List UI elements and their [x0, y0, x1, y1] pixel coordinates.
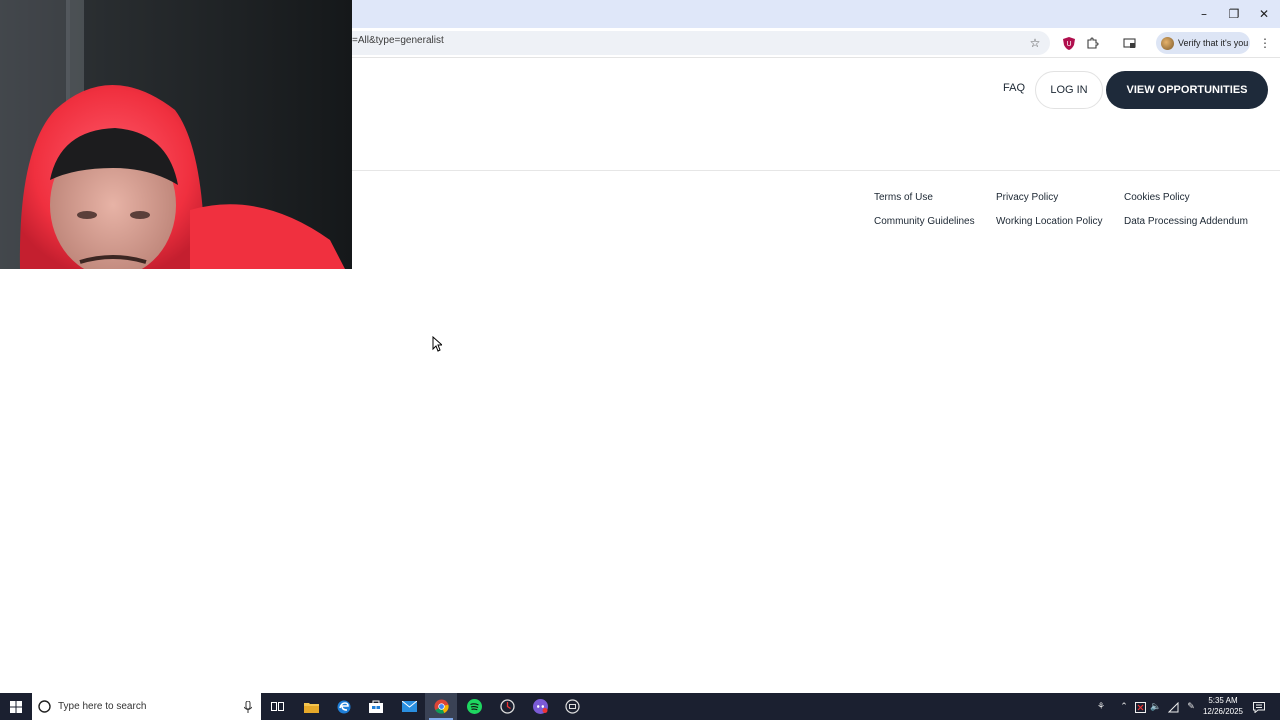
- cookies-policy-link[interactable]: Cookies Policy: [1124, 192, 1190, 203]
- kebab-menu-icon[interactable]: ⋮: [1256, 34, 1274, 52]
- windows-logo-icon: [10, 700, 22, 713]
- url-text: =All&type=generalist: [352, 35, 444, 46]
- puzzle-icon[interactable]: [1084, 34, 1102, 52]
- minimize-icon[interactable]: –: [1189, 0, 1219, 28]
- working-location-policy-link[interactable]: Working Location Policy: [996, 216, 1103, 227]
- restore-icon[interactable]: ❐: [1219, 0, 1249, 28]
- shield-extension-icon[interactable]: U: [1060, 34, 1078, 52]
- webcam-overlay: [0, 0, 352, 269]
- notification-icon[interactable]: [1252, 700, 1266, 714]
- avatar: [1161, 36, 1174, 50]
- data-processing-addendum-link[interactable]: Data Processing Addendum: [1124, 216, 1248, 227]
- store-icon[interactable]: [360, 693, 392, 720]
- chrome-icon[interactable]: [425, 693, 457, 720]
- login-button[interactable]: LOG IN: [1035, 71, 1103, 109]
- cast-icon[interactable]: [1120, 34, 1138, 52]
- clock-time: 5:35 AM: [1208, 696, 1238, 705]
- windows-taskbar: Type here to search ⚘ ⌃ 🔈 ✎ 5:35 AM 12/2…: [0, 693, 1280, 720]
- view-opportunities-button[interactable]: VIEW OPPORTUNITIES: [1106, 71, 1268, 109]
- app-icon[interactable]: [491, 693, 523, 720]
- file-explorer-icon[interactable]: [295, 693, 327, 720]
- network-icon[interactable]: [1166, 700, 1180, 714]
- taskbar-clock[interactable]: 5:35 AM 12/26/2025: [1200, 695, 1246, 717]
- edge-icon[interactable]: [328, 693, 360, 720]
- chevron-up-icon[interactable]: ⌃: [1117, 700, 1131, 714]
- microphone-icon[interactable]: [244, 701, 252, 713]
- taskbar-search[interactable]: Type here to search: [32, 693, 261, 720]
- start-button[interactable]: [0, 693, 32, 720]
- search-placeholder: Type here to search: [58, 701, 147, 712]
- screen: – ❐ ✕ =All&type=generalist ☆ U Verify th…: [0, 0, 1280, 720]
- app-icon[interactable]: [556, 693, 588, 720]
- privacy-policy-link[interactable]: Privacy Policy: [996, 192, 1058, 203]
- profile-chip[interactable]: Verify that it's you: [1156, 32, 1250, 54]
- star-icon[interactable]: ☆: [1026, 34, 1044, 52]
- webcam-image: [0, 0, 352, 269]
- community-guidelines-link[interactable]: Community Guidelines: [874, 216, 975, 227]
- faq-link[interactable]: FAQ: [1003, 82, 1025, 94]
- mouse-cursor-icon: [432, 336, 442, 352]
- search-icon: [38, 700, 51, 713]
- close-icon[interactable]: ✕: [1249, 0, 1279, 28]
- svg-text:U: U: [1066, 40, 1071, 48]
- clock-date: 12/26/2025: [1202, 707, 1244, 716]
- discord-icon[interactable]: [524, 693, 556, 720]
- task-view-icon[interactable]: [261, 693, 293, 720]
- profile-chip-label: Verify that it's you: [1178, 38, 1249, 48]
- pen-icon[interactable]: ✎: [1184, 700, 1198, 714]
- volume-icon[interactable]: 🔈: [1149, 700, 1163, 714]
- spotify-icon[interactable]: [458, 693, 490, 720]
- mail-icon[interactable]: [393, 693, 425, 720]
- terms-of-use-link[interactable]: Terms of Use: [874, 192, 933, 203]
- security-tray-icon[interactable]: [1133, 700, 1147, 714]
- people-icon[interactable]: ⚘: [1094, 700, 1108, 714]
